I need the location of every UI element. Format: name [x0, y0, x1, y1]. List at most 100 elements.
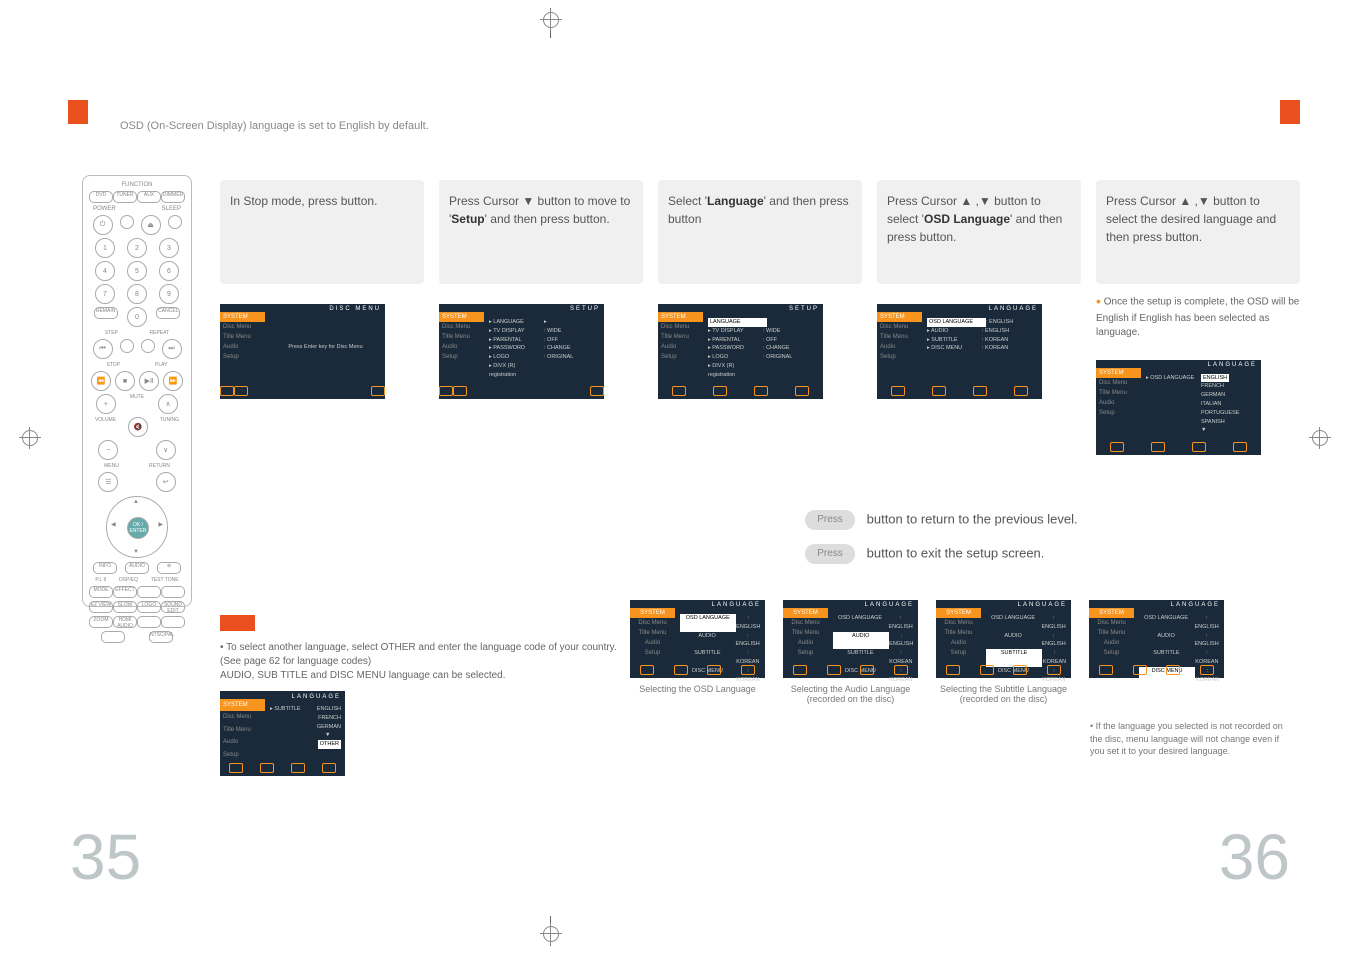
example-caption: Selecting the Subtitle Language (recorde…	[936, 684, 1071, 704]
osd-screenshot-3: SETUP SYSTEM Disc Menu Title Menu Audio …	[658, 304, 823, 399]
osd-screenshot: LANGUAGE SYSTEM Disc MenuTitle MenuAudio…	[1089, 600, 1224, 678]
osd-body: Press Enter key for Disc Menu	[270, 318, 381, 352]
btn	[161, 586, 185, 598]
step5-text: Press Cursor ▲ ,▼ button to select the d…	[1106, 194, 1276, 244]
osd-tab: Title Menu	[220, 724, 265, 736]
step-label: STEP	[105, 330, 118, 336]
osd-tab: Title Menu	[877, 332, 922, 342]
osd-row: ENGLISH	[317, 705, 341, 714]
num-8: 8	[127, 284, 147, 304]
osd-tab: SYSTEM	[439, 312, 484, 322]
minus-icon: −	[98, 440, 118, 460]
osd-tab: SYSTEM	[220, 699, 265, 711]
osd-tab: Setup	[220, 352, 265, 362]
exit-text: button to exit the setup screen.	[867, 545, 1045, 560]
osd-screenshot-4: LANGUAGE SYSTEM Disc Menu Title Menu Aud…	[877, 304, 1042, 399]
return-icon: ↩	[156, 472, 176, 492]
pill-tuner: TUNER	[113, 191, 137, 203]
pill-dimmer: DIMMER	[161, 191, 185, 203]
repeat-label: REPEAT	[150, 330, 170, 336]
osd-tab: Title Menu	[220, 332, 265, 342]
num-5: 5	[127, 261, 147, 281]
osd-tab: Setup	[1096, 408, 1141, 418]
enter-button: OK / ENTER	[127, 517, 149, 539]
page-number-left: 35	[70, 820, 141, 894]
return-text: button to return to the previous level.	[867, 511, 1078, 526]
osd-screenshot-other: LANGUAGE SYSTEM Disc Menu Title Menu Aud…	[220, 691, 345, 776]
example-col: LANGUAGE SYSTEM Disc MenuTitle MenuAudio…	[936, 600, 1071, 704]
osd-tab: Audio	[220, 342, 265, 352]
eject-icon: ⏏	[141, 215, 161, 235]
pill-dvd: DVD	[89, 191, 113, 203]
menu-icon: ☰	[98, 472, 118, 492]
stop-icon: ■	[115, 371, 135, 391]
sleep-label: SLEEP	[162, 206, 181, 212]
remain-btn: REMAIN	[94, 307, 118, 319]
osd-row: ▸ SUBTITLE	[270, 705, 317, 714]
osd-row: FRENCH	[318, 714, 341, 723]
osd-row-sel: LANGUAGE	[708, 318, 767, 327]
ntsc-btn: NTSC/PAL	[149, 631, 173, 643]
osd-header: LANGUAGE	[989, 306, 1038, 312]
example-caption: Selecting the Audio Language (recorded o…	[783, 684, 918, 704]
osd-header: SETUP	[789, 306, 819, 312]
step-4: Press Cursor ▲ ,▼ button to select 'OSD …	[877, 180, 1081, 455]
osd-tab: Audio	[220, 736, 265, 748]
cancel-btn: CANCEL	[156, 307, 180, 319]
osd-header: SETUP	[570, 306, 600, 312]
osd-tab: Audio	[658, 342, 703, 352]
mute-label: MUTE	[130, 394, 144, 414]
osd-tab: Setup	[220, 749, 265, 761]
menu-label: MENU	[104, 463, 119, 469]
osd-screenshot: LANGUAGE SYSTEM Disc MenuTitle MenuAudio…	[783, 600, 918, 678]
stop-label: STOP	[107, 362, 121, 368]
press-pill: Press	[805, 544, 855, 564]
pl-label: P.L II	[95, 577, 106, 583]
slow-btn: SLOW	[113, 601, 137, 613]
osd-tab: Disc Menu	[220, 322, 265, 332]
page-number-right: 36	[1219, 820, 1290, 894]
osd-row: ▸ OSD LANGUAGE	[1146, 374, 1201, 383]
osd-body: OSD LANGUAGE: ENGLISH▸ AUDIO: ENGLISH▸ S…	[927, 318, 1038, 353]
step-1: In Stop mode, press button. DISC MENU SY…	[220, 180, 424, 455]
cursor-up-icon: ▲	[133, 499, 139, 505]
num-7: 7	[95, 284, 115, 304]
num-4: 4	[95, 261, 115, 281]
step4-bold: OSD Language	[924, 212, 1010, 226]
osd-screenshot: LANGUAGE SYSTEM Disc MenuTitle MenuAudio…	[630, 600, 765, 678]
volume-label: VOLUME	[95, 417, 116, 437]
step2-bold: Setup	[451, 212, 484, 226]
step-3: Select 'Language' and then press button …	[658, 180, 862, 455]
pill-aux: AUX	[137, 191, 161, 203]
play-label: PLAY	[155, 362, 167, 368]
osd-tab: Title Menu	[1096, 388, 1141, 398]
osd-body: ▸ OSD LANGUAGEENGLISH FRENCHGERMANITALIA…	[1146, 374, 1257, 436]
step3-bold: Language	[707, 194, 764, 208]
osd-tab: Disc Menu	[439, 322, 484, 332]
mute-icon: 🔇	[128, 417, 148, 437]
sedit-btn: SOUND EDIT	[161, 601, 185, 613]
step3-text: Select '	[668, 194, 707, 208]
osd-screenshot-5: LANGUAGE SYSTEM Disc Menu Title Menu Aud…	[1096, 360, 1261, 455]
osd-header: LANGUAGE	[292, 693, 341, 701]
btn	[161, 616, 185, 628]
osd-tab: SYSTEM	[877, 312, 922, 322]
intro-text: OSD (On-Screen Display) language is set …	[120, 120, 429, 132]
btn	[137, 616, 161, 628]
osd-tab: Title Menu	[439, 332, 484, 342]
step1-text2: button.	[341, 194, 378, 208]
mode-btn: MODE	[89, 586, 113, 598]
zoom-btn: ZOOM	[89, 616, 113, 628]
num-2: 2	[127, 238, 147, 258]
prev-icon: ⏮	[93, 339, 113, 359]
osd-screenshot-1: DISC MENU SYSTEM Disc Menu Title Menu Au…	[220, 304, 385, 399]
remote-illustration: FUNCTION DVD TUNER AUX DIMMER POWER SLEE…	[82, 175, 192, 607]
osd-screenshot-2: SETUP SYSTEM Disc Menu Title Menu Audio …	[439, 304, 604, 399]
step-2: Press Cursor ▼ button to move to 'Setup'…	[439, 180, 643, 455]
audio-btn: AUDIO	[125, 562, 149, 574]
osd-tab: Setup	[877, 352, 922, 362]
osd-tab: Audio	[877, 342, 922, 352]
example-col: LANGUAGE SYSTEM Disc MenuTitle MenuAudio…	[630, 600, 765, 704]
up-icon: ∧	[158, 394, 178, 414]
hdmi-btn: HDMI AUDIO	[113, 616, 137, 628]
